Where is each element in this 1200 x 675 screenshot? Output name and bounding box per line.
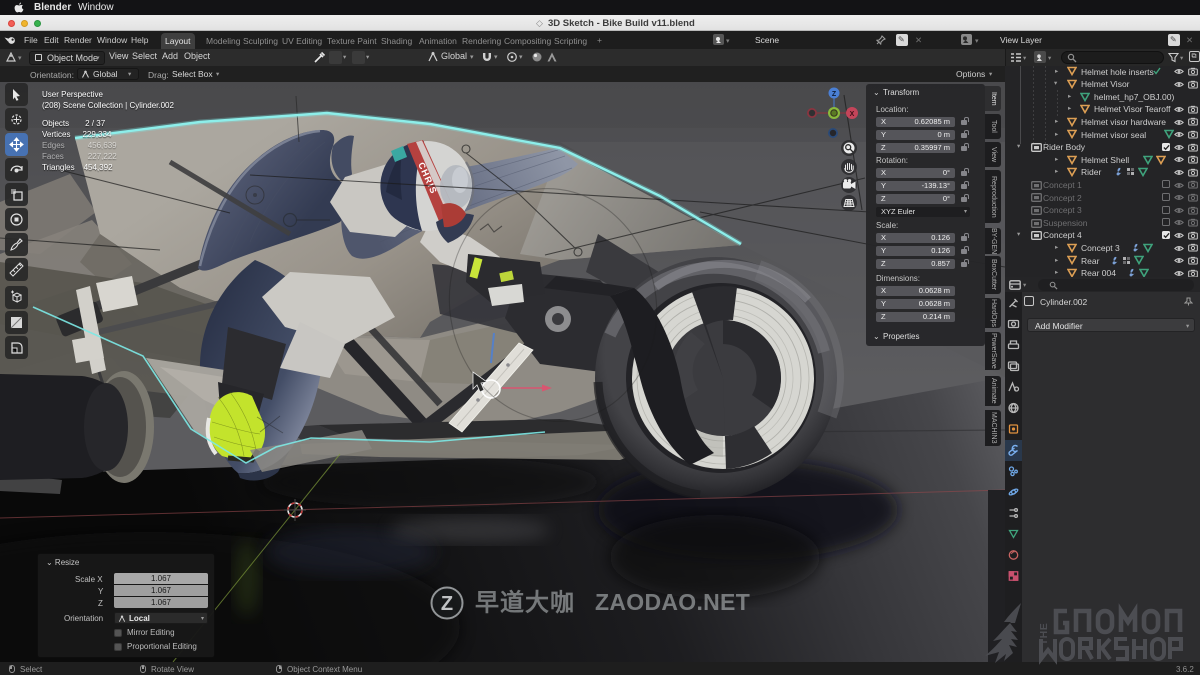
svg-text:早道大咖: 早道大咖: [475, 589, 575, 617]
svg-text:X: X: [850, 111, 855, 118]
svg-text:ZAODAO.NET: ZAODAO.NET: [595, 589, 750, 615]
svg-text:Z: Z: [832, 91, 837, 98]
svg-text:Z: Z: [441, 593, 453, 615]
